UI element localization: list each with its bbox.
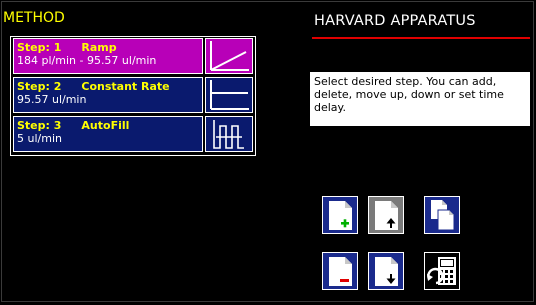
- step-2-rate: 95.57 ul/min: [17, 93, 87, 106]
- step-2-label: Step: 2: [17, 80, 62, 93]
- step-2-text[interactable]: Step: 2 Constant Rate 95.57 ul/min: [13, 77, 203, 113]
- step-3-mode: AutoFill: [81, 119, 130, 132]
- step-3-text[interactable]: Step: 3 AutoFill 5 ul/min: [13, 116, 203, 152]
- move-down-icon: [375, 257, 398, 286]
- time-delay-icon: [427, 257, 456, 285]
- delete-step-button[interactable]: [322, 252, 358, 290]
- copy-step-button[interactable]: [424, 196, 460, 234]
- method-title: METHOD: [3, 10, 65, 26]
- brand-name: HARVARD APPARATUS: [314, 13, 476, 29]
- step-1-label: Step: 1: [17, 41, 62, 54]
- delete-step-icon: [329, 257, 352, 286]
- step-row-1[interactable]: Step: 1 Ramp 184 pl/min - 95.57 ul/min: [13, 38, 253, 74]
- step-row-2[interactable]: Step: 2 Constant Rate 95.57 ul/min: [13, 77, 253, 113]
- step-2-mode: Constant Rate: [81, 80, 170, 93]
- step-row-3[interactable]: Step: 3 AutoFill 5 ul/min: [13, 116, 253, 152]
- move-up-icon: [375, 201, 398, 230]
- step-3-rate: 5 ul/min: [17, 132, 62, 145]
- add-step-icon: [329, 201, 352, 230]
- copy-step-icon: [431, 200, 455, 231]
- add-step-button[interactable]: [322, 196, 358, 234]
- ramp-graph-icon[interactable]: [205, 38, 253, 74]
- move-up-button[interactable]: [368, 196, 404, 234]
- constant-rate-graph-icon[interactable]: [205, 77, 253, 113]
- step-3-label: Step: 3: [17, 119, 62, 132]
- autofill-graph-icon[interactable]: [205, 116, 253, 152]
- brand-underline: [312, 37, 530, 39]
- steps-list: Step: 1 Ramp 184 pl/min - 95.57 ul/min St…: [10, 36, 256, 156]
- step-1-mode: Ramp: [81, 41, 117, 54]
- move-down-button[interactable]: [368, 252, 404, 290]
- instructions-box: Select desired step. You can add, delete…: [310, 72, 530, 126]
- time-delay-button[interactable]: [424, 252, 460, 290]
- step-1-rate: 184 pl/min - 95.57 ul/min: [17, 54, 157, 67]
- step-1-text[interactable]: Step: 1 Ramp 184 pl/min - 95.57 ul/min: [13, 38, 203, 74]
